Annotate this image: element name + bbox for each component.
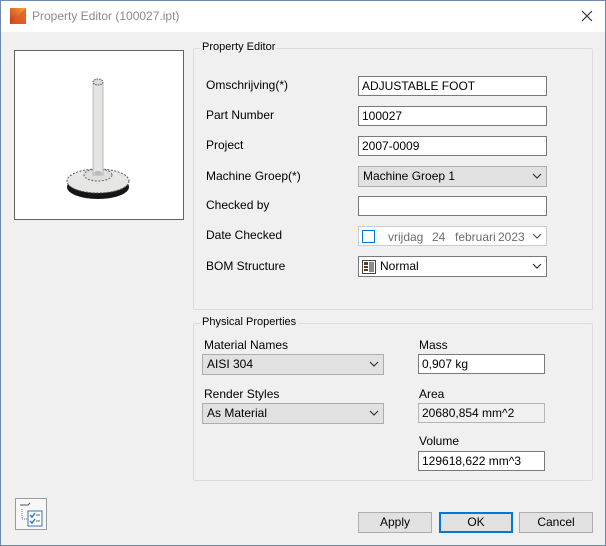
chevron-down-icon (532, 263, 542, 269)
bom-structure-label: BOM Structure (206, 259, 286, 273)
property-editor-window: Property Editor (100027.ipt) Property Ed… (0, 0, 606, 546)
bom-structure-select[interactable]: Normal (358, 256, 547, 277)
date-day: 24 (432, 230, 446, 244)
ok-button[interactable]: OK (439, 512, 513, 533)
bom-structure-icon (362, 260, 376, 274)
volume-field[interactable]: 129618,622 mm^3 (418, 451, 545, 471)
checked-by-field[interactable] (358, 196, 547, 216)
date-month: februari (455, 230, 496, 244)
part-preview (14, 50, 184, 220)
project-field[interactable]: 2007-0009 (358, 136, 547, 156)
chevron-down-icon (369, 410, 379, 416)
checklist-button[interactable] (15, 498, 47, 530)
title-bar: Property Editor (100027.ipt) (1, 1, 605, 32)
area-label: Area (419, 387, 445, 401)
date-enable-checkbox[interactable] (362, 230, 375, 243)
cancel-button[interactable]: Cancel (519, 512, 593, 533)
close-icon[interactable] (575, 4, 599, 28)
date-weekday: vrijdag (388, 230, 424, 244)
calendar-dropdown-icon[interactable] (532, 231, 542, 241)
machine-group-label: Machine Groep(*) (206, 169, 301, 183)
volume-label: Volume (419, 434, 460, 448)
property-editor-legend: Property Editor (200, 41, 278, 53)
checked-by-label: Checked by (206, 198, 270, 212)
window-title: Property Editor (100027.ipt) (32, 9, 180, 23)
physical-properties-legend: Physical Properties (200, 316, 299, 328)
date-checked-label: Date Checked (206, 228, 283, 242)
material-value: AISI 304 (207, 357, 254, 371)
date-year: 2023 (498, 230, 525, 244)
date-checked-picker[interactable]: vrijdag 24 februari 2023 (358, 226, 547, 246)
render-style-select[interactable]: As Material (202, 403, 384, 424)
render-styles-label: Render Styles (204, 387, 280, 401)
checklist-icon (20, 502, 43, 527)
mass-label: Mass (419, 338, 448, 352)
mass-field[interactable]: 0,907 kg (418, 354, 545, 374)
part-number-label: Part Number (206, 108, 275, 122)
material-names-label: Material Names (204, 338, 289, 352)
description-label: Omschrijving(*) (206, 78, 289, 92)
machine-group-value: Machine Groep 1 (363, 169, 456, 183)
bom-structure-value: Normal (380, 259, 419, 273)
chevron-down-icon (369, 361, 379, 367)
part-number-field[interactable]: 100027 (358, 106, 547, 126)
machine-group-select[interactable]: Machine Groep 1 (358, 166, 547, 187)
project-label: Project (206, 138, 244, 152)
inventor-app-icon (10, 8, 26, 24)
description-field[interactable]: ADJUSTABLE FOOT (358, 76, 547, 96)
render-style-value: As Material (207, 406, 268, 420)
area-field: 20680,854 mm^2 (418, 403, 545, 423)
chevron-down-icon (532, 173, 542, 179)
apply-button[interactable]: Apply (358, 512, 432, 533)
adjustable-foot-thumbnail (66, 78, 130, 199)
material-select[interactable]: AISI 304 (202, 354, 384, 375)
